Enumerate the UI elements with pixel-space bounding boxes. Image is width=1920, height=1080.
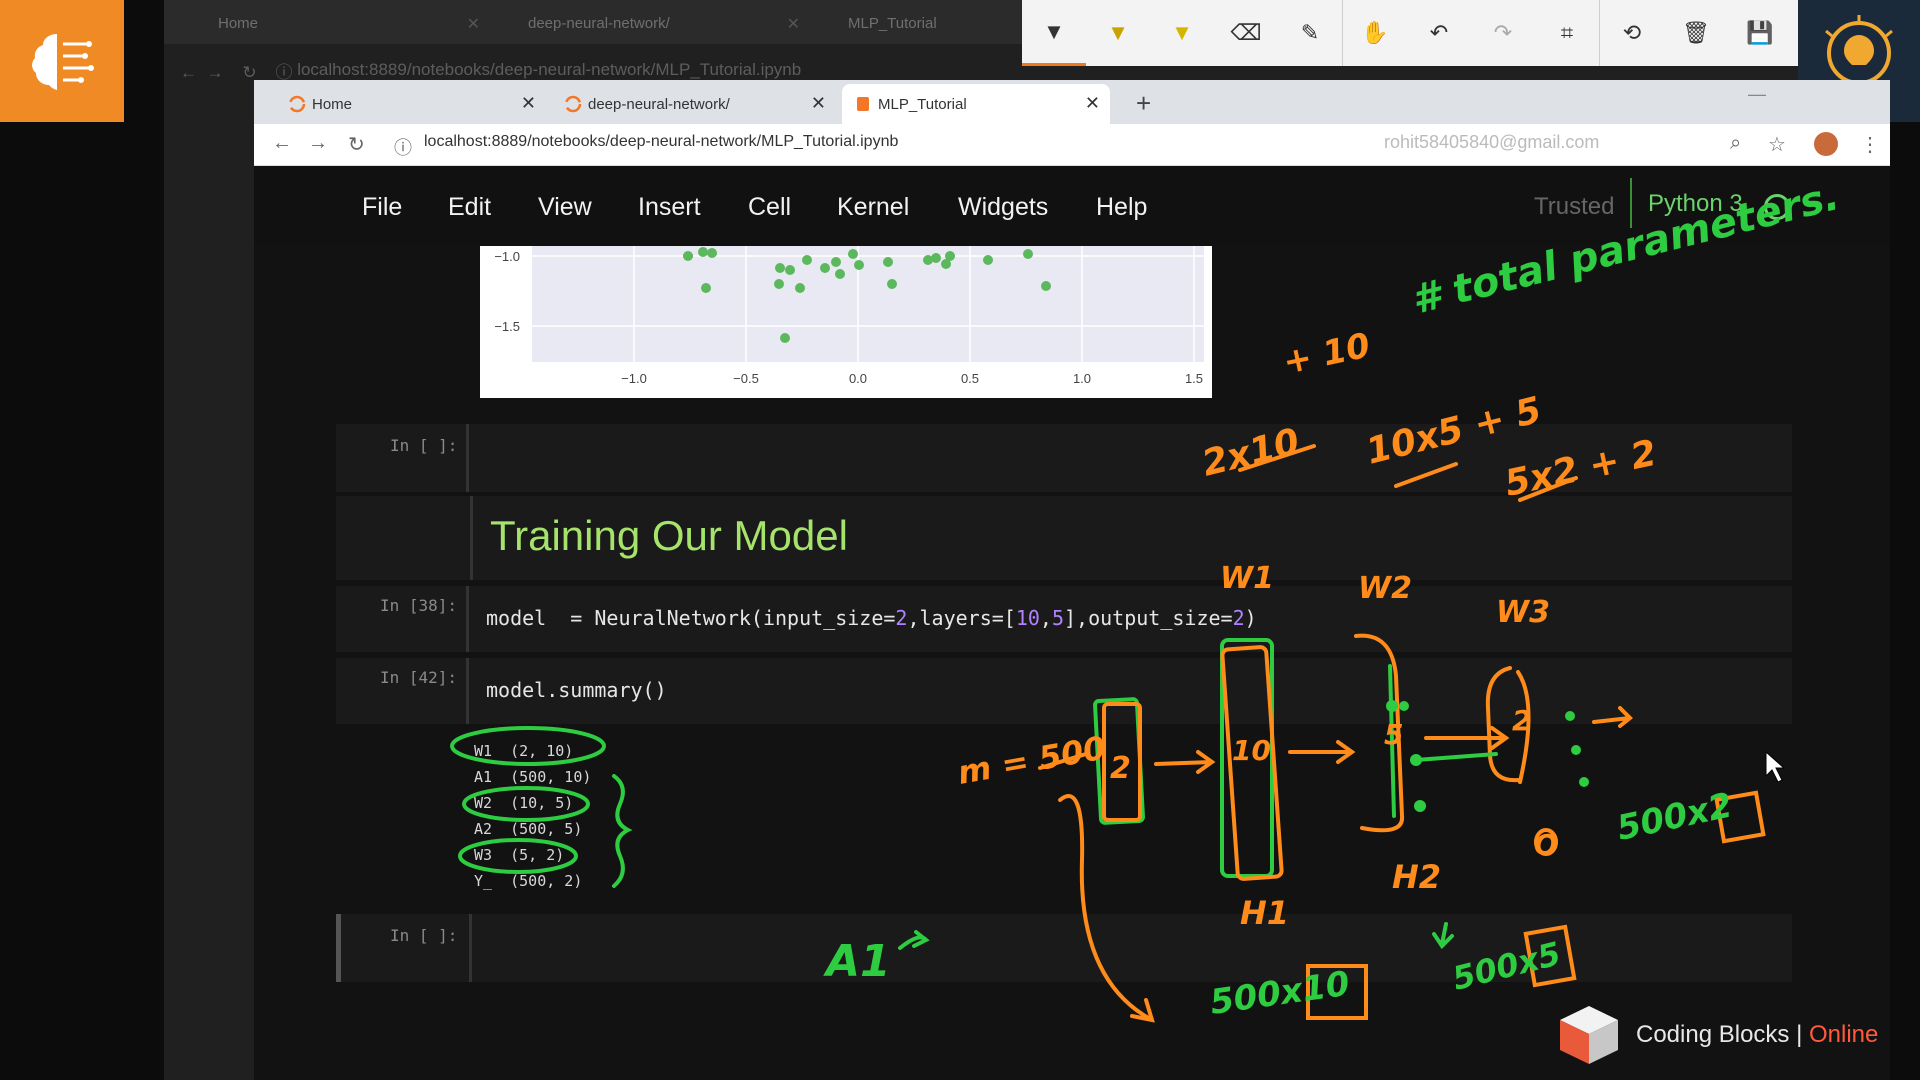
handwriting-plus10: + 10: [1280, 325, 1374, 382]
handwriting-input-size: 2: [1110, 751, 1131, 786]
highlight-w1: [450, 726, 606, 766]
cube-icon: [1560, 1006, 1618, 1064]
handwriting-h1-shape: 500x10: [1208, 964, 1352, 1023]
handwriting-h2: H2: [1392, 858, 1441, 896]
brace-mark: [612, 774, 633, 888]
highlight-w3: [458, 838, 578, 874]
coding-blocks-logo: Coding Blocks | Online: [1556, 1002, 1878, 1068]
handwriting-overlay: # total parameters. + 10 2x10 10x5 + 5 5…: [450, 173, 1844, 1023]
handwriting-w3: W3: [1496, 595, 1550, 630]
handwriting-m: m = 500: [955, 729, 1109, 792]
handwriting-h1-size: 10: [1232, 734, 1271, 767]
handwriting-output-size: 2: [1512, 704, 1531, 737]
mouse-cursor-icon: [1765, 750, 1786, 783]
handwriting-total-params: # total parameters.: [1407, 173, 1843, 324]
handwriting-a1: A1: [823, 936, 891, 987]
brand-text: Coding Blocks | Online: [1636, 1021, 1879, 1048]
handwriting-h2-size: 5: [1384, 718, 1403, 751]
handwriting-h1: H1: [1240, 894, 1289, 932]
handwriting-output-shape: 500x2: [1614, 785, 1736, 848]
highlight-w2: [462, 786, 590, 822]
handwriting-layer3-params: 5x2 + 2: [1501, 433, 1660, 505]
handwriting-o: O: [1534, 828, 1558, 861]
handwriting-layer1-params: 2x10: [1198, 421, 1303, 485]
handwriting-w1: W1: [1220, 561, 1274, 596]
handwriting-w2: W2: [1358, 571, 1412, 606]
handwriting-h2-shape: 500x5: [1449, 934, 1565, 997]
